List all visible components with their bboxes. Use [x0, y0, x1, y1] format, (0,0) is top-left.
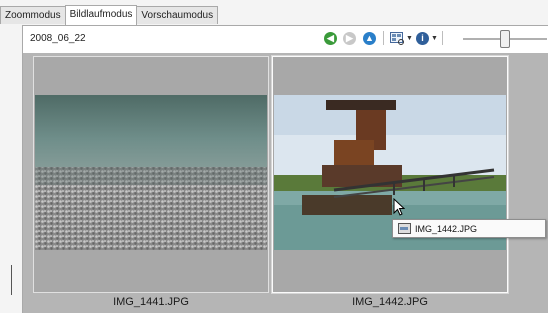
- divider-mark: [11, 265, 12, 295]
- info-button[interactable]: i ▼: [416, 31, 438, 45]
- filename-tooltip: IMG_1442.JPG: [392, 219, 546, 238]
- thumbnail-caption: IMG_1441.JPG: [113, 296, 189, 308]
- folder-label: 2008_06_22: [30, 33, 86, 44]
- thumbnail-gallery: IMG_1441.JPG IMG_1442.JPG: [23, 53, 548, 313]
- back-icon: ◀: [324, 31, 337, 45]
- tooltip-text: IMG_1442.JPG: [415, 223, 478, 234]
- chevron-down-icon: ▼: [431, 34, 438, 42]
- toolbar-separator: [442, 31, 443, 45]
- viewer-panel: 2008_06_22 ◀ ▶ ▲ ▼ i ▼ IMG_1441.JPG IMG_…: [22, 25, 548, 313]
- thumbnail-image-gravel: [35, 95, 267, 250]
- up-icon: ▲: [363, 31, 376, 45]
- thumbnail-cell[interactable]: [33, 56, 269, 293]
- left-margin: [0, 25, 22, 312]
- mode-tabs: Zoommodus Bildlaufmodus Vorschaumodus: [0, 5, 219, 26]
- forward-icon: ▶: [343, 31, 356, 45]
- info-icon: i: [416, 31, 429, 45]
- chevron-down-icon: ▼: [406, 34, 413, 42]
- thumbnail-cell-selected[interactable]: [272, 56, 508, 293]
- tab-zoommodus[interactable]: Zoommodus: [0, 6, 66, 24]
- tab-bildlaufmodus[interactable]: Bildlaufmodus: [64, 5, 138, 25]
- zoom-slider-thumb[interactable]: [500, 30, 510, 48]
- mouse-cursor-icon: [393, 198, 405, 216]
- image-file-icon: [398, 223, 411, 234]
- tab-vorschaumodus[interactable]: Vorschaumodus: [136, 6, 219, 24]
- thumbnail-caption: IMG_1442.JPG: [352, 296, 428, 308]
- forward-button[interactable]: ▶: [343, 31, 356, 45]
- view-options-button[interactable]: ▼: [390, 31, 413, 45]
- back-button[interactable]: ◀: [324, 31, 337, 45]
- toolbar: 2008_06_22 ◀ ▶ ▲ ▼ i ▼: [23, 26, 548, 50]
- view-options-icon: [390, 31, 404, 45]
- toolbar-separator: [383, 31, 384, 45]
- up-button[interactable]: ▲: [363, 31, 376, 45]
